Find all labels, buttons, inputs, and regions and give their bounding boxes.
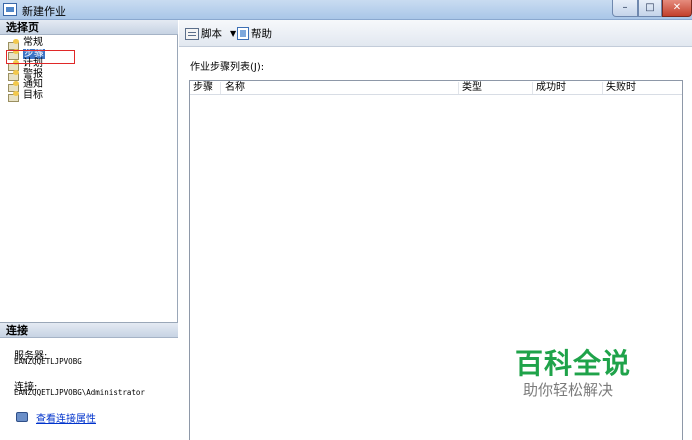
help-button[interactable]: 帮助 bbox=[237, 26, 272, 41]
window-title: 新建作业 bbox=[22, 5, 66, 18]
nav-item-targets[interactable]: 目标 bbox=[8, 89, 176, 103]
column-header-on-failure[interactable]: 失败时 bbox=[606, 82, 636, 94]
server-value: EANZQQETLJPVOBG bbox=[14, 357, 82, 366]
column-divider bbox=[532, 82, 533, 94]
column-header-name[interactable]: 名称 bbox=[225, 82, 245, 94]
connection-panel: 连接 服务器: EANZQQETLJPVOBG 连接: EANZQQETLJPV… bbox=[0, 322, 178, 440]
window-app-icon bbox=[3, 3, 17, 16]
script-label: 脚本 bbox=[201, 28, 222, 40]
column-divider bbox=[220, 82, 221, 94]
column-header-on-success[interactable]: 成功时 bbox=[536, 82, 566, 94]
page-wrench-icon bbox=[8, 80, 20, 92]
column-divider bbox=[458, 82, 459, 94]
chevron-down-icon[interactable]: ▼ bbox=[230, 29, 236, 38]
connection-header: 连接 bbox=[0, 323, 178, 338]
page-wrench-icon bbox=[8, 38, 20, 50]
column-divider bbox=[602, 82, 603, 94]
script-button[interactable]: 脚本 ▼ bbox=[185, 26, 236, 41]
page-wrench-icon bbox=[8, 70, 20, 82]
highlight-annotation-box bbox=[6, 50, 75, 64]
nav-item-label: 通知 bbox=[23, 79, 43, 91]
toolbar: 脚本 ▼ 帮助 bbox=[179, 20, 692, 47]
select-page-header: 选择页 bbox=[0, 20, 178, 35]
column-header-step[interactable]: 步骤 bbox=[193, 82, 213, 94]
left-pane: 选择页 常规 步骤 计划 警报 通知 目标 连接 服务器: EANZQQETLJ… bbox=[0, 20, 178, 440]
minimize-button[interactable]: – bbox=[612, 0, 638, 17]
help-label: 帮助 bbox=[251, 28, 272, 40]
window-titlebar: 新建作业 – □ ✕ bbox=[0, 0, 692, 20]
nav-item-general[interactable]: 常规 bbox=[8, 37, 176, 50]
page-wrench-icon bbox=[8, 91, 20, 103]
help-icon bbox=[237, 27, 249, 40]
maximize-button[interactable]: □ bbox=[638, 0, 662, 17]
close-button[interactable]: ✕ bbox=[662, 0, 692, 17]
job-steps-list-label: 作业步骤列表(J): bbox=[190, 62, 265, 73]
connection-value: EANZQQETLJPVOBG\Administrator bbox=[14, 388, 145, 397]
table-header: 步骤 名称 类型 成功时 失败时 bbox=[190, 81, 682, 95]
column-header-type[interactable]: 类型 bbox=[462, 82, 482, 94]
view-connection-properties-link[interactable]: 查看连接属性 bbox=[36, 410, 96, 425]
watermark: 百科全说 助你轻松解决 bbox=[515, 348, 655, 400]
watermark-sub-text: 助你轻松解决 bbox=[523, 381, 614, 399]
script-icon bbox=[185, 27, 199, 40]
nav-item-label: 常规 bbox=[23, 37, 43, 49]
connection-properties-icon bbox=[16, 412, 28, 422]
nav-item-notifications[interactable]: 通知 bbox=[8, 79, 176, 92]
page-nav-list: 常规 步骤 计划 警报 通知 目标 bbox=[8, 37, 176, 103]
nav-item-label: 目标 bbox=[23, 89, 43, 101]
watermark-main-text: 百科全说 bbox=[515, 347, 632, 380]
